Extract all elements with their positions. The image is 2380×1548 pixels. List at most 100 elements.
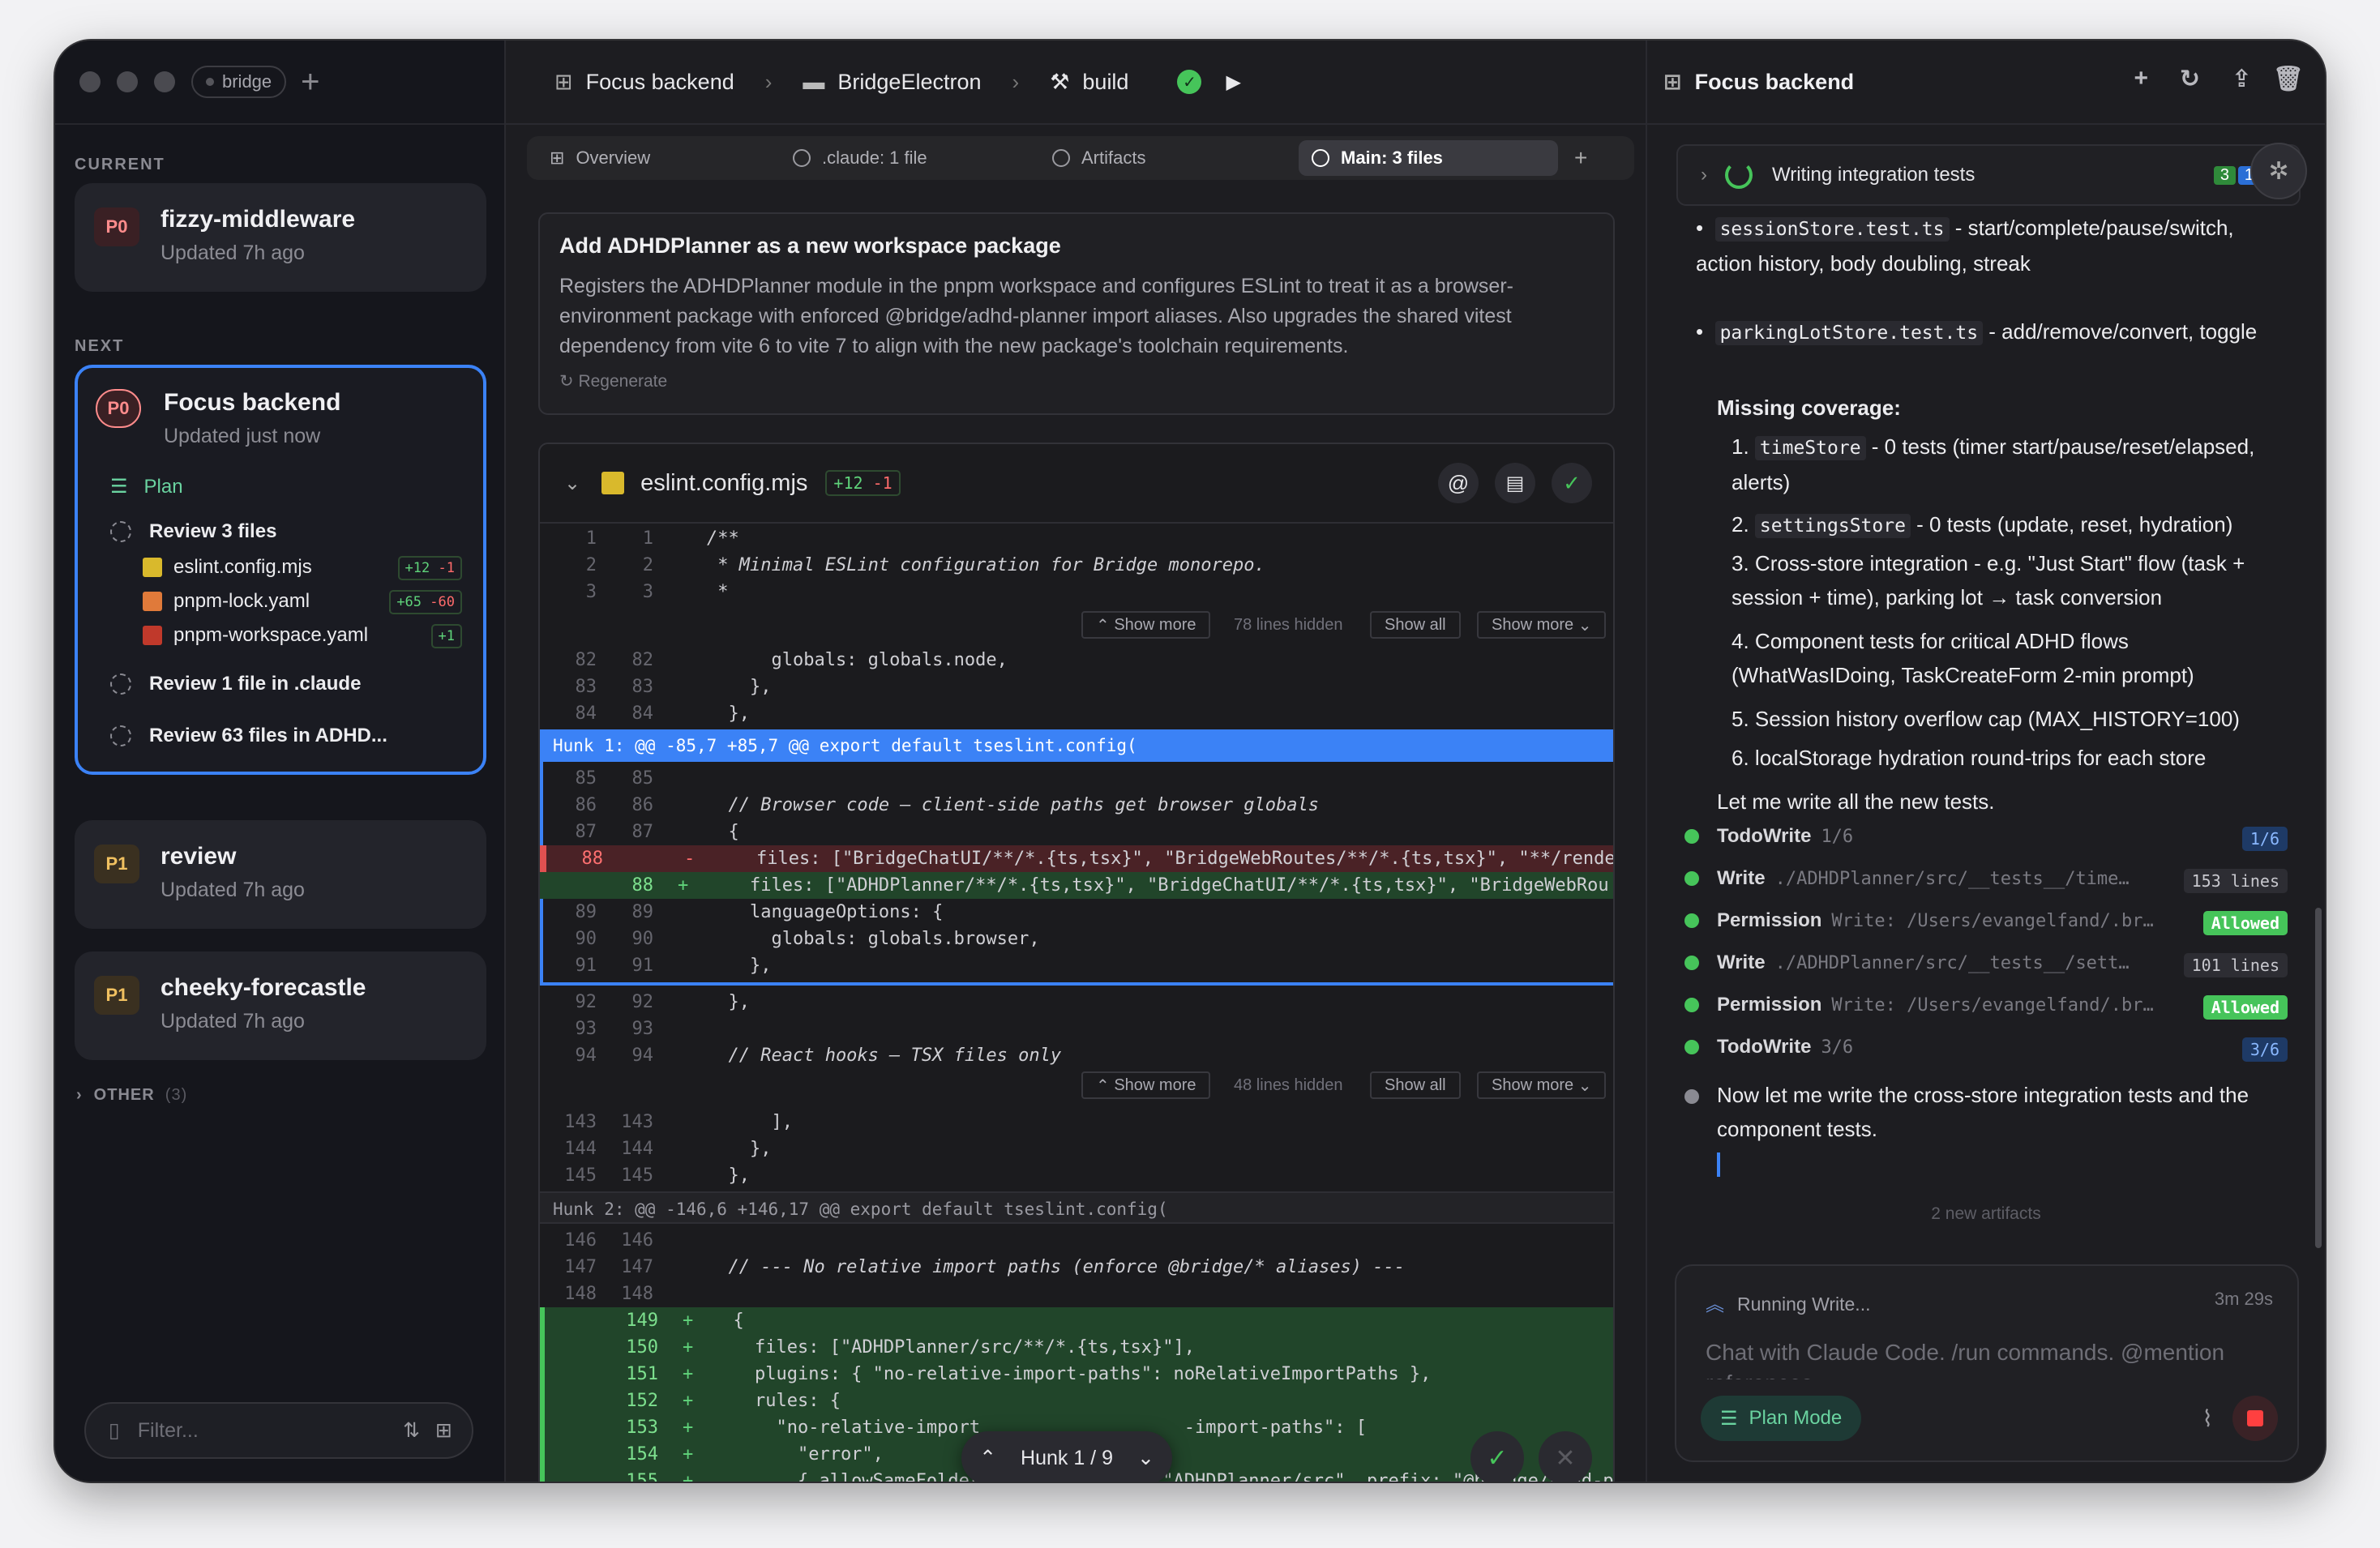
yaml-file-icon bbox=[143, 626, 162, 645]
message-text: Now let me write the cross-store integra… bbox=[1717, 1083, 2249, 1141]
event-row[interactable]: TodoWrite 1/6 bbox=[1684, 825, 1853, 848]
chevron-up-icon[interactable]: ⌃ bbox=[979, 1446, 996, 1470]
stop-icon bbox=[2247, 1410, 2263, 1426]
diff-count: +1 bbox=[430, 624, 462, 648]
show-all-button[interactable]: Show all bbox=[1370, 611, 1461, 639]
trash-icon[interactable]: 🗑 bbox=[2273, 65, 2304, 93]
file-item[interactable]: eslint.config.mjs bbox=[143, 556, 312, 579]
diff-line: 94 94 // React hooks — TSX files only bbox=[575, 1046, 1062, 1066]
breadcrumb-project[interactable]: ▬ BridgeElectron bbox=[803, 70, 981, 95]
task-card-cheeky-forecastle[interactable]: P1 cheeky-forecastle Updated 7h ago bbox=[75, 951, 486, 1060]
bug-icon[interactable]: ✲ bbox=[2250, 143, 2307, 199]
other-section-toggle[interactable]: › OTHER (3) bbox=[76, 1086, 187, 1105]
active-task-card[interactable]: P0 Focus backend Updated just now ☰ Plan … bbox=[75, 365, 486, 775]
task-title: Focus backend bbox=[164, 389, 341, 416]
workspace-pill[interactable]: bridge bbox=[191, 66, 287, 98]
tab-artifacts[interactable]: Artifacts bbox=[1039, 140, 1299, 176]
artifacts-label[interactable]: 2 new artifacts bbox=[1647, 1204, 2325, 1224]
grid-icon[interactable]: ⊞ bbox=[435, 1418, 452, 1443]
attach-icon[interactable]: ⌇ bbox=[2202, 1405, 2213, 1432]
breadcrumb-build[interactable]: ⚒ build bbox=[1050, 70, 1128, 95]
filter-input[interactable]: ▯ Filter... ⇅ ⊞ bbox=[84, 1402, 473, 1459]
event-row[interactable]: Write ./ADHDPlanner/src/__tests__/time… bbox=[1684, 867, 2130, 890]
mention-button[interactable]: @ bbox=[1438, 463, 1479, 503]
tab-overview[interactable]: ⊞ Overview bbox=[537, 140, 780, 176]
priority-badge: P0 bbox=[96, 389, 141, 428]
chevron-down-icon[interactable]: ⌄ bbox=[1137, 1446, 1154, 1470]
priority-badge: P0 bbox=[94, 207, 139, 246]
file-diff: ⌄ eslint.config.mjs +12 -1 @ ▤ ✓ 1 1/** 2… bbox=[538, 443, 1615, 1482]
tab-main[interactable]: Main: 3 files bbox=[1299, 140, 1558, 176]
diff-line: 90 90 globals: globals.browser, bbox=[575, 929, 1040, 949]
file-item[interactable]: pnpm-lock.yaml bbox=[143, 590, 310, 613]
add-icon[interactable]: + bbox=[2134, 65, 2148, 92]
hammer-icon: ⚒ bbox=[1050, 69, 1070, 94]
tab-claude[interactable]: .claude: 1 file bbox=[780, 140, 1039, 176]
diff-line-added: 152 + rules: { bbox=[540, 1388, 1613, 1414]
show-more-down-button[interactable]: Show more ⌄ bbox=[1477, 1071, 1607, 1099]
accept-hunk-button[interactable]: ✓ bbox=[1470, 1431, 1524, 1482]
stop-button[interactable] bbox=[2232, 1396, 2278, 1441]
js-file-icon bbox=[143, 558, 162, 577]
show-more-up-button[interactable]: ⌃ Show more bbox=[1081, 611, 1211, 639]
approve-file-button[interactable]: ✓ bbox=[1552, 463, 1592, 503]
review-claude-item[interactable]: Review 1 file in .claude bbox=[110, 673, 361, 695]
status-dot bbox=[1684, 1089, 1699, 1104]
hunk-header[interactable]: Hunk 2: @@ -146,6 +146,17 @@ export defa… bbox=[540, 1191, 1613, 1224]
diff-line: 83 83 }, bbox=[575, 677, 772, 697]
task-card-review[interactable]: P1 review Updated 7h ago bbox=[75, 820, 486, 929]
plan-mode-button[interactable]: ☰ Plan Mode bbox=[1701, 1396, 1862, 1441]
add-tab-button[interactable]: + bbox=[1574, 145, 1587, 171]
grid-icon: ⊞ bbox=[1663, 69, 1682, 94]
chevron-down-icon[interactable]: ⌄ bbox=[564, 472, 580, 495]
sort-icon[interactable]: ⇅ bbox=[403, 1418, 420, 1443]
chevron-right-icon: › bbox=[1012, 69, 1020, 94]
close-window-button[interactable] bbox=[79, 71, 101, 92]
add-workspace-button[interactable]: + bbox=[301, 64, 319, 100]
hunk-header-active[interactable]: Hunk 1: @@ -85,7 +85,7 @@ export default… bbox=[540, 729, 1613, 762]
event-row[interactable]: Write ./ADHDPlanner/src/__tests__/sett… bbox=[1684, 951, 2130, 974]
minimize-window-button[interactable] bbox=[117, 71, 138, 92]
event-row[interactable]: Permission Write: /Users/evangelfand/.br… bbox=[1684, 994, 2154, 1016]
sidebar-titlebar: bridge + bbox=[55, 41, 504, 125]
file-item[interactable]: pnpm-workspace.yaml bbox=[143, 624, 368, 647]
run-button[interactable]: ▶ bbox=[1226, 71, 1240, 94]
bullet-item: • sessionStore.test.ts - start/complete/… bbox=[1696, 216, 2234, 276]
event-row[interactable]: TodoWrite 3/6 bbox=[1684, 1036, 1853, 1058]
allowed-tag: Allowed bbox=[2202, 995, 2288, 1020]
show-more-up-button[interactable]: ⌃ Show more bbox=[1081, 1071, 1211, 1099]
share-icon[interactable]: ⇪ bbox=[2232, 65, 2252, 93]
refresh-icon[interactable]: ↻ bbox=[2180, 65, 2200, 93]
review-adhd-item[interactable]: Review 63 files in ADHD... bbox=[110, 725, 387, 747]
elapsed-time: 3m 29s bbox=[2214, 1289, 2273, 1309]
spinner-icon bbox=[1725, 161, 1753, 189]
allowed-tag: Allowed bbox=[2202, 911, 2288, 935]
chevron-right-icon: › bbox=[76, 1086, 83, 1104]
zoom-window-button[interactable] bbox=[154, 71, 175, 92]
plan-link[interactable]: ☰ Plan bbox=[110, 475, 183, 498]
change-summary: Add ADHDPlanner as a new workspace packa… bbox=[538, 212, 1615, 415]
show-more-down-button[interactable]: Show more ⌄ bbox=[1477, 611, 1607, 639]
event-row[interactable]: Permission Write: /Users/evangelfand/.br… bbox=[1684, 909, 2154, 932]
chat-input[interactable]: Chat with Claude Code. /run commands. @m… bbox=[1706, 1337, 2273, 1379]
task-title: review bbox=[161, 843, 237, 870]
diff-line-added: 151 + plugins: { "no-relative-import-path… bbox=[540, 1361, 1613, 1388]
diff-line-deleted: 88- files: ["BridgeChatUI/**/*.{ts,tsx}"… bbox=[540, 845, 1613, 872]
reject-hunk-button[interactable]: ✕ bbox=[1539, 1431, 1592, 1482]
regenerate-button[interactable]: ↻ Regenerate bbox=[559, 371, 1594, 391]
workspace-dot-icon bbox=[206, 78, 214, 86]
numbered-item: 3. Cross-store integration - e.g. "Just … bbox=[1731, 551, 2245, 609]
running-task[interactable]: › Writing integration tests 3 1 bbox=[1676, 144, 2301, 206]
chat-box: ︽ Running Write... 3m 29s Chat with Claud… bbox=[1675, 1264, 2299, 1462]
show-all-button[interactable]: Show all bbox=[1370, 1071, 1461, 1099]
scrollbar[interactable] bbox=[2315, 908, 2322, 1248]
document-icon[interactable]: ▤ bbox=[1495, 463, 1535, 503]
check-circle-icon: ✓ bbox=[1177, 70, 1202, 94]
current-task-card[interactable]: P0 fizzy-middleware Updated 7h ago bbox=[75, 183, 486, 292]
diff-line: 82 82 globals: globals.node, bbox=[575, 650, 1008, 670]
numbered-item: 4. Component tests for critical ADHD flo… bbox=[1731, 629, 2194, 687]
lines-tag: 153 lines bbox=[2183, 869, 2288, 893]
review-files-item[interactable]: Review 3 files bbox=[110, 520, 276, 543]
text-cursor bbox=[1717, 1152, 1720, 1177]
breadcrumb-workspace[interactable]: ⊞ Focus backend bbox=[554, 70, 734, 95]
